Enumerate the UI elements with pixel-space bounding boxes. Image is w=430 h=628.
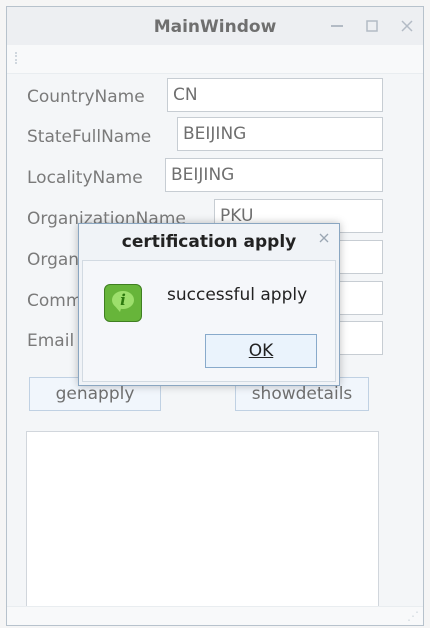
ok-button[interactable]: OK [205,334,317,368]
certification-dialog: certification apply i successful apply O… [78,223,340,386]
ok-button-label: OK [248,341,274,361]
dialog-title: certification apply [121,232,297,252]
dialog-close-icon[interactable] [319,232,329,246]
dialog-message: successful apply [167,285,308,305]
info-icon: i [104,284,142,322]
